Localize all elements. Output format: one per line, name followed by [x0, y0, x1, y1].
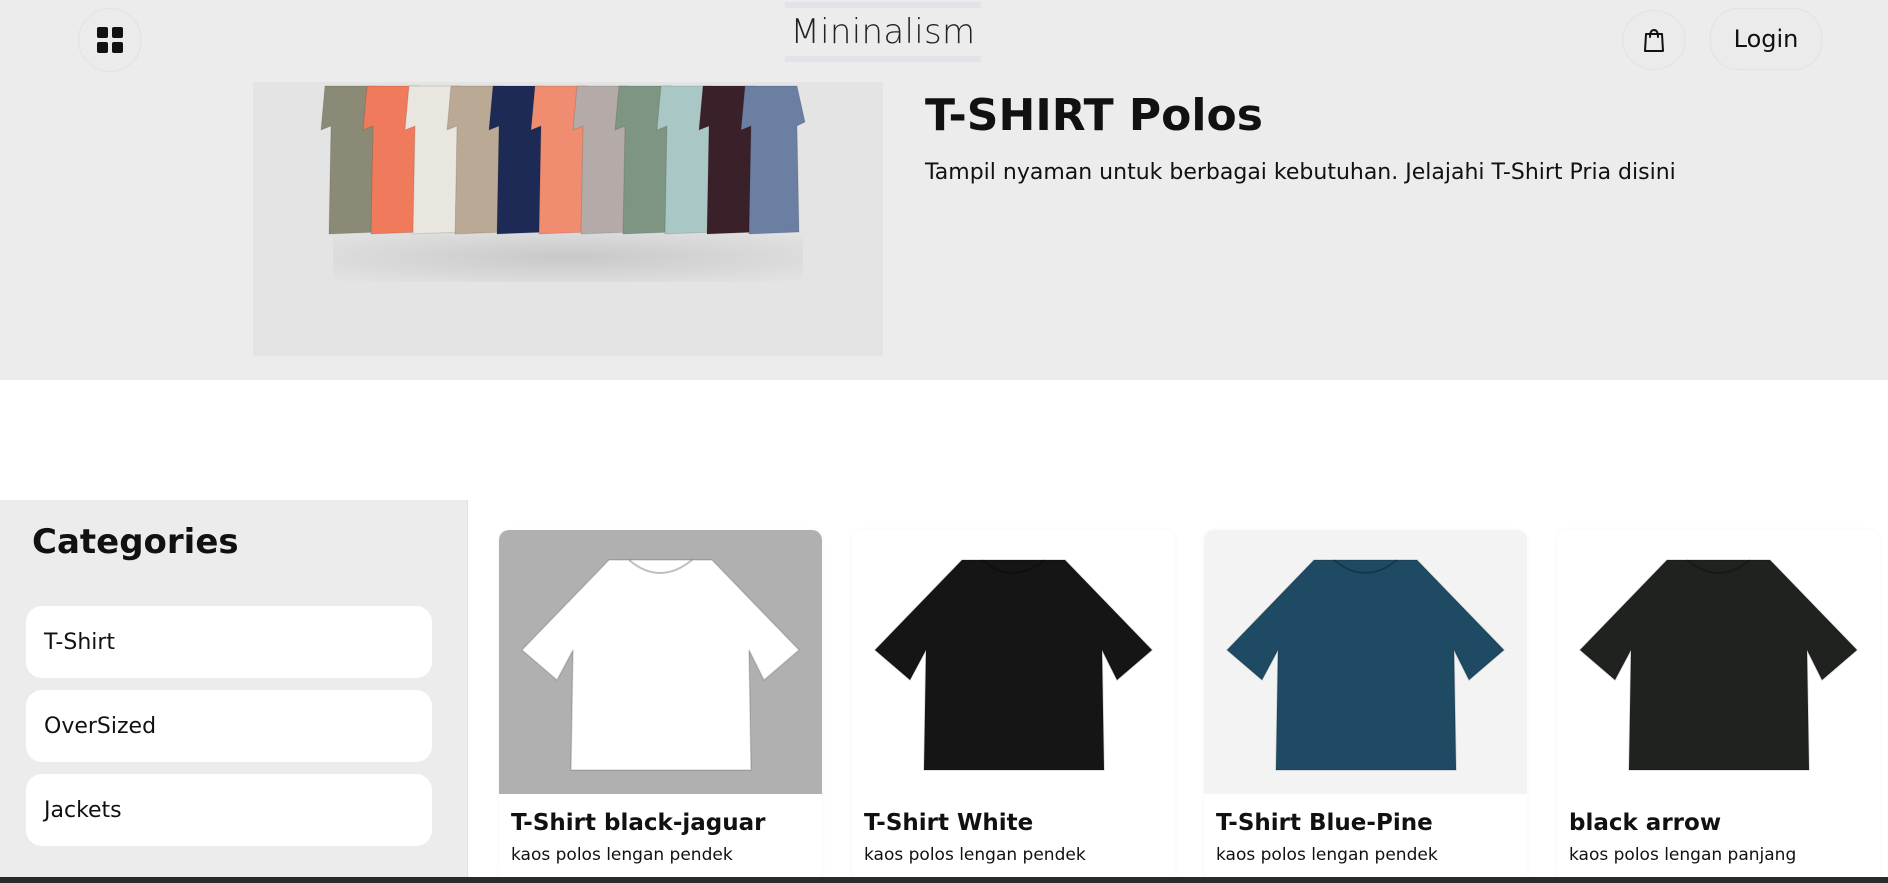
grid-icon: [97, 27, 123, 53]
product-image: [1557, 530, 1880, 794]
product-image: [499, 530, 822, 794]
brand-logo[interactable]: Mininalism: [785, 2, 981, 62]
category-item-oversized[interactable]: OverSized: [26, 690, 432, 762]
hero-title: T-SHIRT Polos: [925, 90, 1263, 141]
shopping-bag-icon: [1644, 28, 1664, 52]
product-card[interactable]: T-Shirt black-jaguar kaos polos lengan p…: [499, 530, 822, 883]
hero-section: Mininalism Login T-SHIRT Polos Tampil ny…: [0, 0, 1888, 380]
product-description: kaos polos lengan pendek: [1216, 845, 1438, 865]
category-item-jackets[interactable]: Jackets: [26, 774, 432, 846]
product-description: kaos polos lengan pendek: [511, 845, 733, 865]
categories-sidebar: Categories T-Shirt OverSized Jackets: [0, 500, 468, 883]
product-image: [1204, 530, 1527, 794]
product-description: kaos polos lengan panjang: [1569, 845, 1797, 865]
product-card[interactable]: T-Shirt White kaos polos lengan pendek: [852, 530, 1175, 883]
product-card[interactable]: T-Shirt Blue-Pine kaos polos lengan pend…: [1204, 530, 1527, 883]
category-item-tshirt[interactable]: T-Shirt: [26, 606, 432, 678]
tshirt-shape: [740, 85, 806, 235]
hero-subtitle: Tampil nyaman untuk berbagai kebutuhan. …: [925, 160, 1676, 185]
login-button[interactable]: Login: [1710, 8, 1822, 70]
menu-button[interactable]: [78, 8, 142, 72]
hero-image: [253, 82, 883, 356]
bottom-bar: [0, 877, 1888, 883]
product-image: [852, 530, 1175, 794]
tshirt-rack-illustration: [320, 85, 806, 235]
cart-button[interactable]: [1622, 10, 1686, 70]
product-description: kaos polos lengan pendek: [864, 845, 1086, 865]
product-name: T-Shirt White: [864, 810, 1034, 836]
product-card[interactable]: black arrow kaos polos lengan panjang: [1557, 530, 1880, 883]
product-name: T-Shirt Blue-Pine: [1216, 810, 1433, 836]
product-name: black arrow: [1569, 810, 1722, 836]
categories-heading: Categories: [32, 522, 239, 562]
product-name: T-Shirt black-jaguar: [511, 810, 766, 836]
